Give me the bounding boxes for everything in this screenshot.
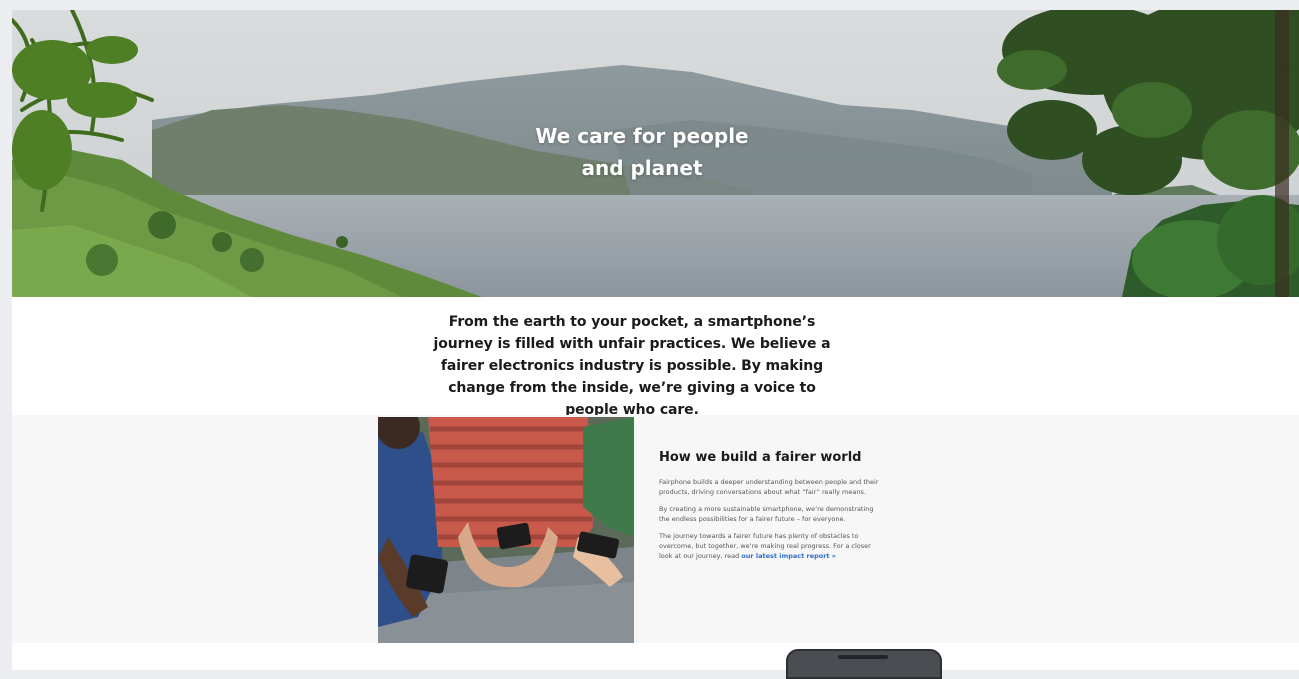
fairer-world-paragraph-1: Fairphone builds a deeper understanding …: [659, 478, 879, 496]
fairer-world-paragraph-3: The journey towards a fairer future has …: [659, 531, 884, 561]
hero-banner: We care for people and planet: [12, 10, 1299, 297]
hero-title: We care for people and planet: [12, 120, 1252, 184]
fairer-world-copy: How we build a fairer world Fairphone bu…: [659, 449, 884, 568]
people-holding-phones-photo: [378, 417, 634, 643]
impact-report-link[interactable]: our latest impact report »: [741, 552, 836, 560]
fairer-world-section: How we build a fairer world Fairphone bu…: [12, 415, 1299, 643]
intro-text: From the earth to your pocket, a smartph…: [433, 314, 831, 418]
intro-section: From the earth to your pocket, a smartph…: [12, 297, 1299, 418]
fairer-world-heading: How we build a fairer world: [659, 450, 862, 465]
phone-camera-bar: [838, 655, 888, 659]
fairer-world-paragraph-2: By creating a more sustainable smartphon…: [659, 505, 874, 523]
page: We care for people and planet From the e…: [12, 10, 1299, 670]
phone-preview-image: [786, 649, 942, 679]
hero-title-text: We care for people and planet: [535, 124, 749, 180]
